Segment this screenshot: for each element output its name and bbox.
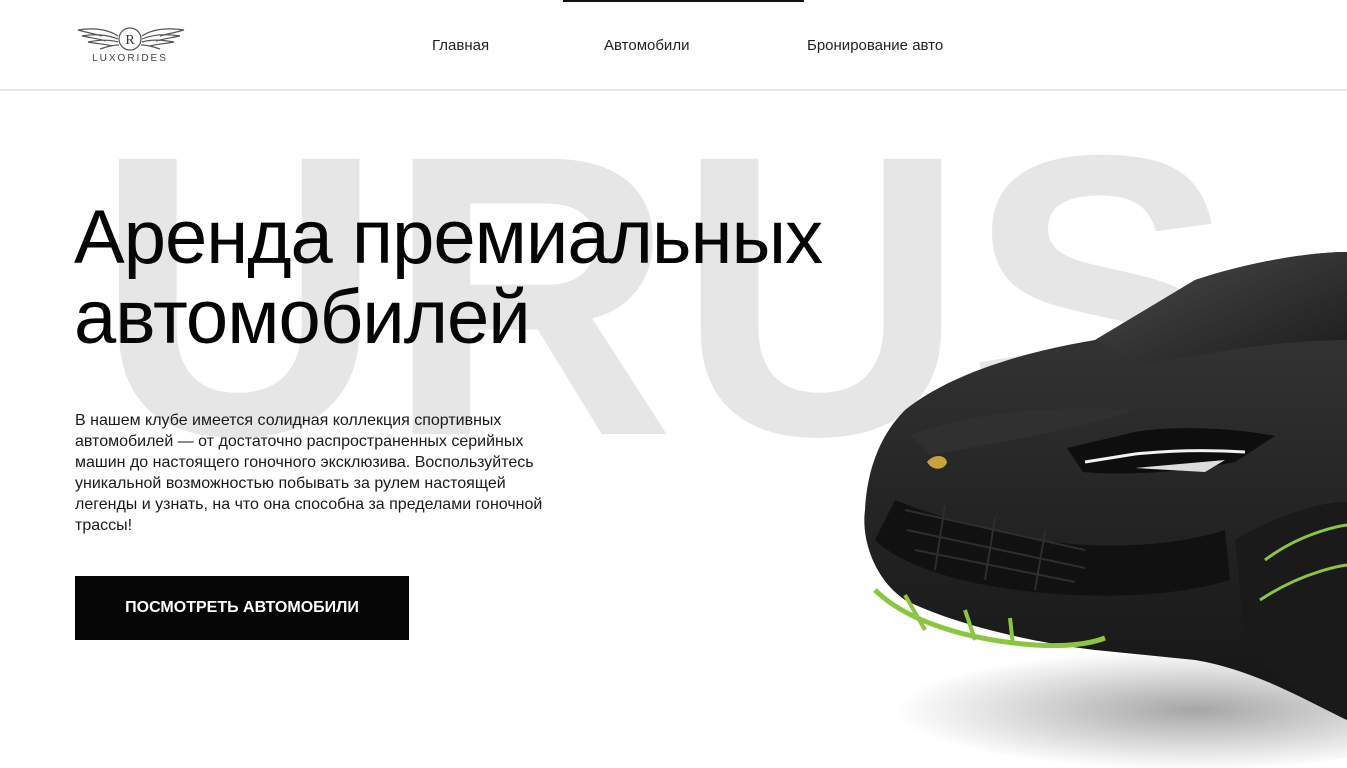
site-logo[interactable]: R LUXORIDES xyxy=(76,24,188,68)
nav-active-indicator xyxy=(563,0,804,2)
nav-link-cars[interactable]: Автомобили xyxy=(604,37,689,54)
logo-letter: R xyxy=(125,33,135,48)
winged-r-logo-icon: R xyxy=(77,27,185,51)
logo-text: LUXORIDES xyxy=(92,53,168,64)
site-header: R LUXORIDES Главная Автомобили Бронирова… xyxy=(0,0,1347,91)
nav-link-booking[interactable]: Бронирование авто xyxy=(807,37,943,54)
view-cars-button[interactable]: ПОСМОТРЕТЬ АВТОМОБИЛИ xyxy=(75,576,409,640)
hero-description: В нашем клубе имеется солидная коллекция… xyxy=(75,412,543,534)
nav-link-home[interactable]: Главная xyxy=(432,37,489,54)
hero-title: Аренда премиальных автомобилей xyxy=(74,195,823,360)
